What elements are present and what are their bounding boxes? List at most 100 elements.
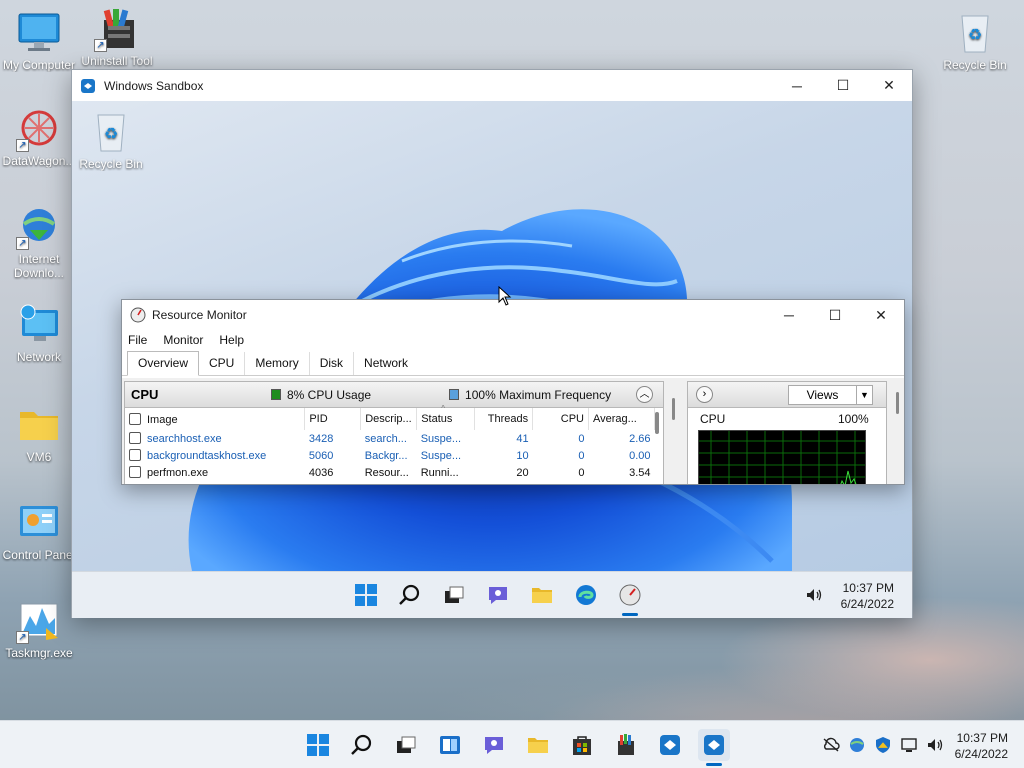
- control-panel-icon: [16, 500, 62, 546]
- max-frequency-legend: 100% Maximum Frequency: [449, 388, 611, 402]
- chat-icon: [489, 587, 507, 604]
- collapse-cpu-button[interactable]: ︿: [636, 386, 653, 403]
- sandbox-maximize-button[interactable]: ☐: [820, 70, 866, 101]
- svg-text:♻: ♻: [968, 25, 982, 44]
- left-pane-scrollbar[interactable]: [672, 398, 675, 420]
- desktop-icon-internet-download[interactable]: ↗ Internet Downlo...: [0, 204, 78, 280]
- desktop-icon-my-computer[interactable]: My Computer: [0, 10, 78, 72]
- menu-file[interactable]: File: [128, 333, 147, 347]
- cpu-section-title: CPU: [131, 387, 159, 402]
- host-sandbox-button[interactable]: [654, 729, 686, 761]
- menu-help[interactable]: Help: [219, 333, 244, 347]
- task-view-button[interactable]: [438, 579, 470, 611]
- host-clock-time: 10:37 PM: [956, 731, 1008, 745]
- resmon-titlebar[interactable]: Resource Monitor ─ ☐ ✕: [122, 300, 904, 330]
- desktop-icon-recycle-bin[interactable]: ♻ Recycle Bin: [936, 10, 1014, 72]
- host-widgets-button[interactable]: [434, 729, 466, 761]
- internet-download-icon: ↗: [16, 204, 62, 250]
- edge-button[interactable]: [570, 579, 602, 611]
- task-view-icon: [397, 736, 416, 753]
- cpu-graph-grid: [699, 431, 865, 484]
- table-row[interactable]: perfmon.exe 4036 Resour... Runni... 20 0…: [125, 464, 655, 481]
- row-checkbox[interactable]: [129, 432, 141, 444]
- views-dropdown[interactable]: Views ▼: [788, 385, 873, 405]
- row-checkbox[interactable]: [129, 449, 141, 461]
- sandbox-clock[interactable]: 10:37 PM 6/24/2022: [834, 580, 894, 612]
- search-button[interactable]: [394, 579, 426, 611]
- expand-graph-pane-button[interactable]: ›: [696, 386, 713, 403]
- folder-icon: [16, 402, 62, 448]
- right-pane-scrollbar[interactable]: [896, 392, 899, 414]
- column-average-cpu[interactable]: Averag...: [588, 408, 655, 430]
- host-clock[interactable]: 10:37 PM 6/24/2022: [948, 730, 1008, 762]
- graph-pane: › Views ▼ CPU 100%: [687, 381, 887, 484]
- sandbox-close-button[interactable]: ✕: [866, 70, 912, 101]
- sandbox-minimize-button[interactable]: ─: [774, 70, 820, 101]
- sandbox-taskbar: 10:37 PM 6/24/2022: [72, 571, 912, 618]
- resmon-close-button[interactable]: ✕: [858, 300, 904, 330]
- chat-button[interactable]: [482, 579, 514, 611]
- volume-icon[interactable]: [805, 586, 823, 607]
- process-table-scrollbar[interactable]: [655, 412, 659, 434]
- host-sandbox-active-button[interactable]: [698, 728, 730, 766]
- process-table: Image PID Descrip... ^ Status Threads CPU…: [125, 404, 655, 481]
- desktop-icon-taskmgr[interactable]: ↗ Taskmgr.exe: [0, 598, 78, 660]
- column-status[interactable]: ^ Status: [416, 404, 476, 430]
- resource-monitor-window[interactable]: Resource Monitor ─ ☐ ✕ File Monitor Help…: [121, 299, 905, 485]
- host-chat-button[interactable]: [478, 729, 510, 761]
- cpu-section-header[interactable]: CPU 8% CPU Usage 100% Maximum Frequency …: [125, 382, 663, 408]
- row-checkbox[interactable]: [129, 466, 141, 478]
- desktop-icon-datawagon[interactable]: ↗ DataWagon...: [0, 106, 78, 168]
- resource-monitor-taskbar-button[interactable]: [614, 579, 646, 616]
- host-store-button[interactable]: [566, 729, 598, 761]
- host-clock-date: 6/24/2022: [954, 747, 1008, 761]
- host-uninstall-tool-button[interactable]: [610, 729, 642, 761]
- datawagon-icon: ↗: [16, 106, 62, 152]
- computer-icon: [16, 10, 62, 56]
- start-button[interactable]: [350, 579, 382, 611]
- column-threads[interactable]: Threads: [474, 408, 534, 430]
- chevron-down-icon: ▼: [856, 386, 872, 404]
- cpu-usage-swatch: [271, 389, 281, 400]
- host-search-button[interactable]: [346, 729, 378, 761]
- folder-icon: [532, 588, 552, 603]
- tab-disk[interactable]: Disk: [310, 352, 355, 375]
- desktop-icon-network[interactable]: Network: [0, 302, 78, 364]
- volume-icon[interactable]: [926, 736, 944, 754]
- tab-memory[interactable]: Memory: [245, 352, 310, 375]
- store-icon: [573, 735, 591, 755]
- recycle-bin-icon: ♻: [952, 10, 998, 56]
- host-file-explorer-button[interactable]: [522, 729, 554, 761]
- column-description[interactable]: Descrip...: [360, 408, 418, 430]
- select-all-checkbox[interactable]: [129, 412, 141, 425]
- network-status-icon[interactable]: [900, 736, 918, 754]
- desktop-icon-control-panel[interactable]: Control Panel: [0, 500, 78, 562]
- tab-overview[interactable]: Overview: [127, 351, 200, 376]
- windows-logo-icon: [307, 733, 329, 756]
- process-table-header: Image PID Descrip... ^ Status Threads CPU…: [125, 404, 655, 430]
- file-explorer-button[interactable]: [526, 579, 558, 611]
- resmon-maximize-button[interactable]: ☐: [812, 300, 858, 330]
- tab-cpu[interactable]: CPU: [199, 352, 246, 375]
- active-indicator: [622, 613, 638, 616]
- desktop-icon-vm6[interactable]: VM6: [0, 402, 78, 464]
- sandbox-recycle-bin[interactable]: ♻ Recycle Bin: [72, 109, 150, 171]
- column-cpu[interactable]: CPU: [532, 408, 590, 430]
- active-indicator: [706, 762, 722, 766]
- tab-network[interactable]: Network: [354, 352, 418, 375]
- table-row[interactable]: searchhost.exe 3428 search... Suspe... 4…: [125, 430, 655, 447]
- host-start-button[interactable]: [302, 729, 334, 761]
- task-view-icon: [445, 586, 464, 603]
- host-task-view-button[interactable]: [390, 729, 422, 761]
- column-image[interactable]: Image: [125, 408, 306, 430]
- globe-icon[interactable]: [848, 736, 866, 754]
- sandbox-titlebar[interactable]: Windows Sandbox ─ ☐ ✕: [72, 70, 912, 101]
- table-row[interactable]: backgroundtaskhost.exe 5060 Backgr... Su…: [125, 447, 655, 464]
- search-icon: [399, 584, 420, 605]
- menu-monitor[interactable]: Monitor: [163, 333, 203, 347]
- cloud-offline-icon[interactable]: [822, 737, 840, 753]
- column-pid[interactable]: PID: [304, 408, 362, 430]
- security-warning-icon[interactable]: [874, 736, 892, 754]
- resmon-minimize-button[interactable]: ─: [766, 300, 812, 330]
- desktop-icon-uninstall-tool[interactable]: ↗ Uninstall Tool: [78, 6, 156, 68]
